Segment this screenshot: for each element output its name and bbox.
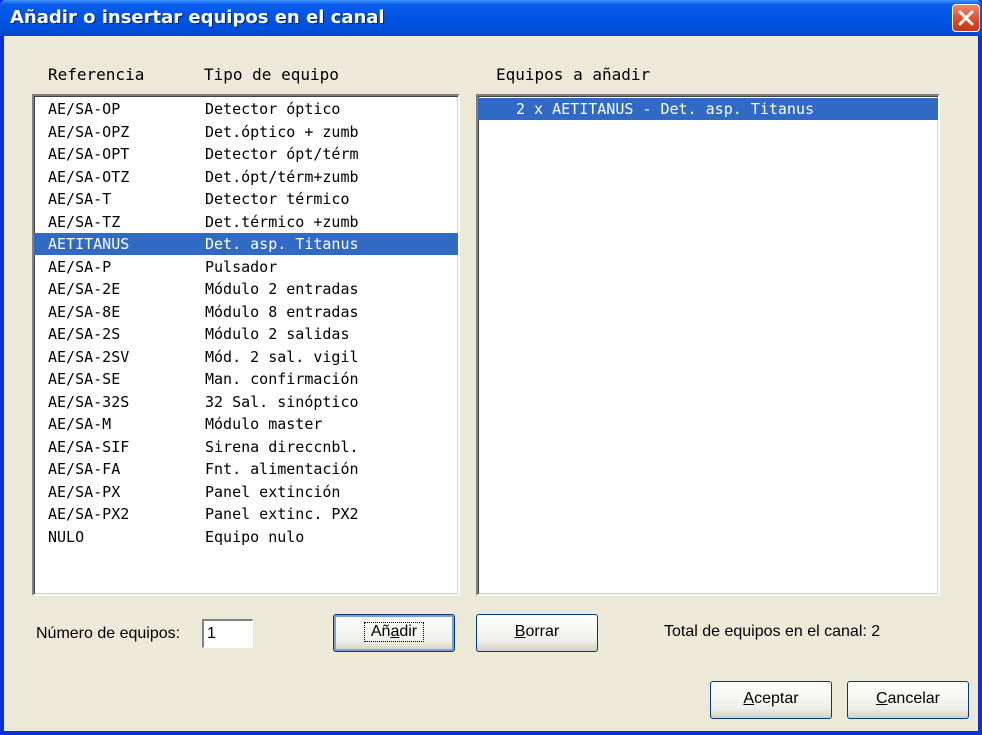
item-reference: AE/SA-PX (48, 482, 121, 501)
added-item-text: 2 x AETITANUS - Det. asp. Titanus (516, 100, 815, 118)
item-type: Fnt. alimentación (205, 460, 359, 478)
list-item[interactable]: AE/SA-FA Fnt. alimentación (34, 458, 458, 480)
header-equipos-anadir: Equipos a añadir (496, 65, 651, 84)
item-reference: AE/SA-M (48, 415, 112, 433)
item-type: Det. asp. Titanus (205, 235, 359, 253)
header-referencia: Referencia (48, 65, 145, 84)
item-type: Módulo 2 salidas (205, 325, 350, 343)
list-item[interactable]: AE/SA-8E Módulo 8 entradas (34, 301, 458, 323)
item-type: Módulo 2 entradas (205, 280, 359, 298)
item-reference: NULO (48, 527, 85, 546)
item-type: Pulsador (205, 257, 278, 276)
equipment-listbox[interactable]: AE/SA-OP Detector óptico AE/SA-OPZ Det.ópti… (32, 94, 460, 596)
borrar-button[interactable]: Borrar (476, 614, 598, 652)
item-reference: AE/SA-SE (48, 370, 121, 388)
list-item[interactable]: AE/SA-P Pulsador (34, 256, 458, 278)
item-type: Det.óptico + zumb (205, 122, 359, 141)
list-item[interactable]: AE/SA-OTZ Det.ópt/térm+zumb (34, 166, 458, 188)
added-list-item[interactable]: 2 x AETITANUS - Det. asp. Titanus (478, 98, 938, 120)
cancelar-button[interactable]: Cancelar (847, 681, 969, 719)
item-reference: AE/SA-2SV (48, 347, 130, 366)
item-reference: AE/SA-OP (48, 100, 121, 118)
item-reference: AE/SA-T (48, 190, 112, 208)
header-tipo-equipo: Tipo de equipo (204, 65, 339, 84)
item-type: Panel extinción (205, 482, 341, 501)
item-type: Det.térmico +zumb (205, 212, 359, 231)
item-type: 32 Sal. sinóptico (205, 392, 359, 411)
item-reference: AE/SA-SIF (48, 437, 130, 456)
item-reference: AE/SA-OPZ (48, 122, 130, 141)
list-item[interactable]: AE/SA-PX2 Panel extinc. PX2 (34, 503, 458, 525)
title-bar[interactable]: Añadir o insertar equipos en el canal (0, 0, 982, 36)
total-equipos-label: Total de equipos en el canal: 2 (664, 623, 881, 640)
list-item[interactable]: AE/SA-SIF Sirena direccnbl. (34, 436, 458, 458)
list-item[interactable]: AE/SA-OPT Detector ópt/térm (34, 143, 458, 165)
list-item[interactable]: AETITANUS Det. asp. Titanus (34, 233, 458, 255)
list-item[interactable]: AE/SA-PX Panel extinción (34, 481, 458, 503)
item-reference: AE/SA-8E (48, 302, 121, 321)
item-type: Man. confirmación (205, 370, 359, 388)
list-item[interactable]: AE/SA-2E Módulo 2 entradas (34, 278, 458, 300)
list-item[interactable]: AE/SA-M Módulo master (34, 413, 458, 435)
list-item[interactable]: NULO Equipo nulo (34, 526, 458, 548)
list-item[interactable]: AE/SA-TZ Det.térmico +zumb (34, 211, 458, 233)
list-item[interactable]: AE/SA-SE Man. confirmación (34, 368, 458, 390)
item-type: Detector óptico (205, 100, 341, 118)
item-type: Módulo master (205, 415, 323, 433)
list-item[interactable]: AE/SA-T Detector térmico (34, 188, 458, 210)
item-type: Detector térmico (205, 190, 350, 208)
item-reference: AE/SA-2E (48, 280, 121, 298)
item-reference: AE/SA-32S (48, 392, 130, 411)
list-item[interactable]: AE/SA-2S Módulo 2 salidas (34, 323, 458, 345)
item-type: Sirena direccnbl. (205, 437, 359, 456)
item-reference: AE/SA-2S (48, 325, 121, 343)
item-reference: AE/SA-P (48, 257, 112, 276)
list-item[interactable]: AE/SA-OP Detector óptico (34, 98, 458, 120)
list-item[interactable]: AE/SA-32S 32 Sal. sinóptico (34, 391, 458, 413)
aceptar-button[interactable]: Aceptar (710, 681, 832, 719)
item-type: Equipo nulo (205, 527, 305, 546)
num-equipos-label: Número de equipos: (36, 625, 181, 642)
window-title: Añadir o insertar equipos en el canal (10, 7, 385, 28)
item-type: Det.ópt/térm+zumb (205, 167, 359, 186)
item-reference: AE/SA-OPT (48, 145, 130, 163)
item-reference: AE/SA-FA (48, 460, 121, 478)
anadir-button[interactable]: Añadir (333, 614, 455, 652)
item-reference: AE/SA-TZ (48, 212, 121, 231)
item-type: Módulo 8 entradas (205, 302, 359, 321)
item-type: Mód. 2 sal. vigil (205, 347, 359, 366)
list-item[interactable]: AE/SA-OPZ Det.óptico + zumb (34, 121, 458, 143)
num-equipos-input[interactable]: 1 (202, 619, 253, 648)
item-type: Detector ópt/térm (205, 145, 359, 163)
list-item[interactable]: AE/SA-2SV Mód. 2 sal. vigil (34, 346, 458, 368)
close-icon (958, 10, 974, 26)
item-reference: AE/SA-OTZ (48, 167, 130, 186)
close-button[interactable] (952, 4, 980, 32)
item-reference: AE/SA-PX2 (48, 505, 130, 523)
item-reference: AETITANUS (48, 235, 130, 253)
added-equipment-listbox[interactable]: 2 x AETITANUS - Det. asp. Titanus (476, 94, 940, 596)
item-type: Panel extinc. PX2 (205, 505, 359, 523)
